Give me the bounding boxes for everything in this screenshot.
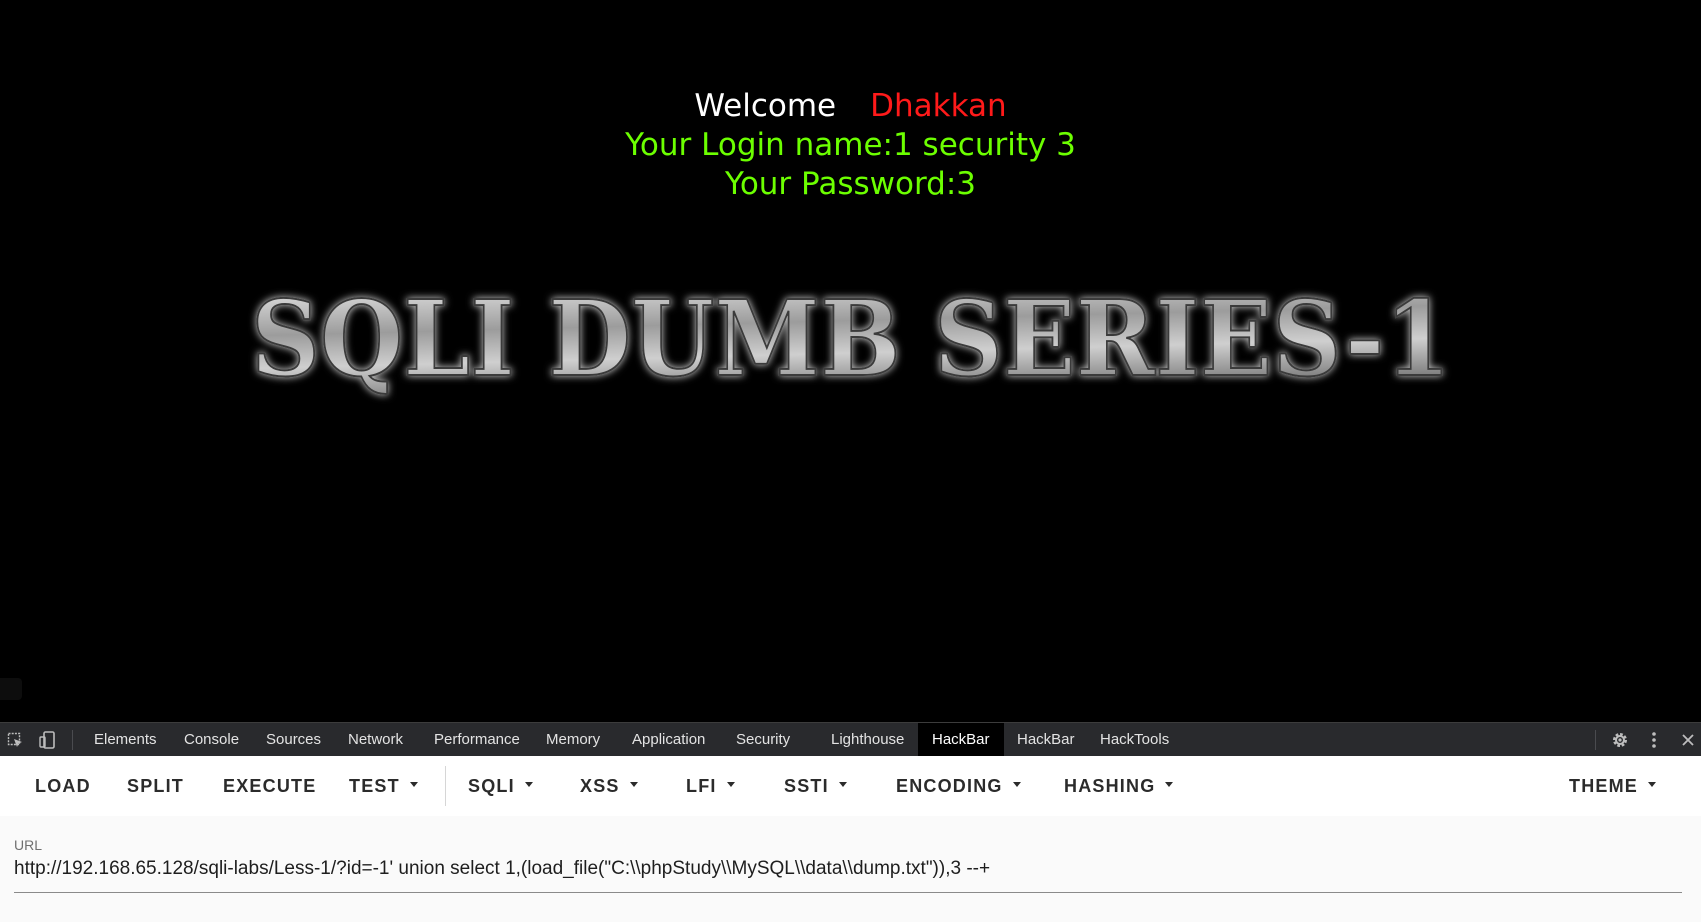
close-icon[interactable] xyxy=(1677,723,1699,757)
hashing-dropdown-label: HASHING xyxy=(1064,776,1156,796)
ssti-dropdown-label: SSTI xyxy=(784,776,829,796)
url-input[interactable]: http://192.168.65.128/sqli-labs/Less-1/?… xyxy=(14,854,1682,884)
tab-lighthouse[interactable]: Lighthouse xyxy=(817,723,918,756)
banner-text: SQLI DUMB SERIES-1 xyxy=(251,277,1451,400)
sqli-dumb-series-banner: SQLI DUMB SERIES-1 xyxy=(250,276,1452,401)
execute-button-label: EXECUTE xyxy=(223,776,317,796)
theme-dropdown-label: THEME xyxy=(1569,776,1638,796)
chevron-down-icon xyxy=(1648,781,1656,787)
tab-network[interactable]: Network xyxy=(334,723,417,756)
chevron-down-icon xyxy=(524,781,533,787)
url-field-container: URL http://192.168.65.128/sqli-labs/Less… xyxy=(0,816,1701,922)
welcome-label: Welcome xyxy=(694,88,837,124)
tab-memory[interactable]: Memory xyxy=(532,723,614,756)
test-dropdown-label: TEST xyxy=(349,776,400,796)
load-button[interactable]: LOAD xyxy=(35,768,91,804)
login-name-line: Your Login name:1 security 3 xyxy=(625,127,1076,163)
theme-dropdown[interactable]: THEME xyxy=(1569,768,1656,804)
tab-sources[interactable]: Sources xyxy=(252,723,335,756)
chevron-down-icon xyxy=(838,781,847,787)
tab-security[interactable]: Security xyxy=(722,723,804,756)
chevron-down-icon xyxy=(1012,781,1021,787)
tab-hacktools[interactable]: HackTools xyxy=(1086,723,1183,756)
chevron-down-icon xyxy=(726,781,735,787)
inspect-element-icon[interactable] xyxy=(4,723,26,757)
url-label: URL xyxy=(14,837,43,853)
lfi-dropdown-label: LFI xyxy=(686,776,717,796)
execute-button[interactable]: EXECUTE xyxy=(223,768,316,804)
tab-elements[interactable]: Elements xyxy=(80,723,171,756)
tab-application[interactable]: Application xyxy=(618,723,719,756)
toolbar-separator xyxy=(1595,730,1596,750)
corner-widget xyxy=(0,678,22,700)
split-button[interactable]: SPLIT xyxy=(127,768,184,804)
device-toolbar-icon[interactable] xyxy=(36,723,60,757)
encoding-dropdown[interactable]: ENCODING xyxy=(896,768,1021,804)
hashing-dropdown[interactable]: HASHING xyxy=(1064,768,1174,804)
lfi-dropdown[interactable]: LFI xyxy=(686,768,735,804)
page-content: Welcome Dhakkan Your Login name:1 securit… xyxy=(0,0,1701,722)
tab-hackbar[interactable]: HackBar xyxy=(1003,723,1089,756)
chevron-down-icon xyxy=(409,781,418,787)
ssti-dropdown[interactable]: SSTI xyxy=(784,768,847,804)
tab-hackbar-active[interactable]: HackBar xyxy=(918,723,1004,756)
chevron-down-icon xyxy=(1165,781,1174,787)
tab-performance[interactable]: Performance xyxy=(420,723,534,756)
encoding-dropdown-label: ENCODING xyxy=(896,776,1003,796)
username-text: Dhakkan xyxy=(870,88,1007,124)
devtools-tab-bar: Elements Console Sources Network Perform… xyxy=(0,722,1701,756)
password-line: Your Password:3 xyxy=(725,166,976,202)
load-button-label: LOAD xyxy=(35,776,91,796)
hackbar-toolbar: LOAD SPLIT EXECUTE TEST SQLI XSS LFI SST… xyxy=(0,756,1701,816)
chevron-down-icon xyxy=(629,781,638,787)
settings-gear-icon[interactable] xyxy=(1608,723,1632,757)
toolbar-divider xyxy=(445,766,446,806)
sqli-dropdown[interactable]: SQLI xyxy=(468,768,533,804)
xss-dropdown[interactable]: XSS xyxy=(580,768,638,804)
xss-dropdown-label: XSS xyxy=(580,776,620,796)
more-options-icon[interactable] xyxy=(1644,723,1664,757)
test-dropdown[interactable]: TEST xyxy=(349,768,418,804)
welcome-line: Welcome Dhakkan xyxy=(0,86,1701,126)
sqli-dropdown-label: SQLI xyxy=(468,776,515,796)
tab-console[interactable]: Console xyxy=(170,723,253,756)
toolbar-separator xyxy=(72,730,73,750)
split-button-label: SPLIT xyxy=(127,776,185,796)
url-input-underline xyxy=(14,892,1682,893)
